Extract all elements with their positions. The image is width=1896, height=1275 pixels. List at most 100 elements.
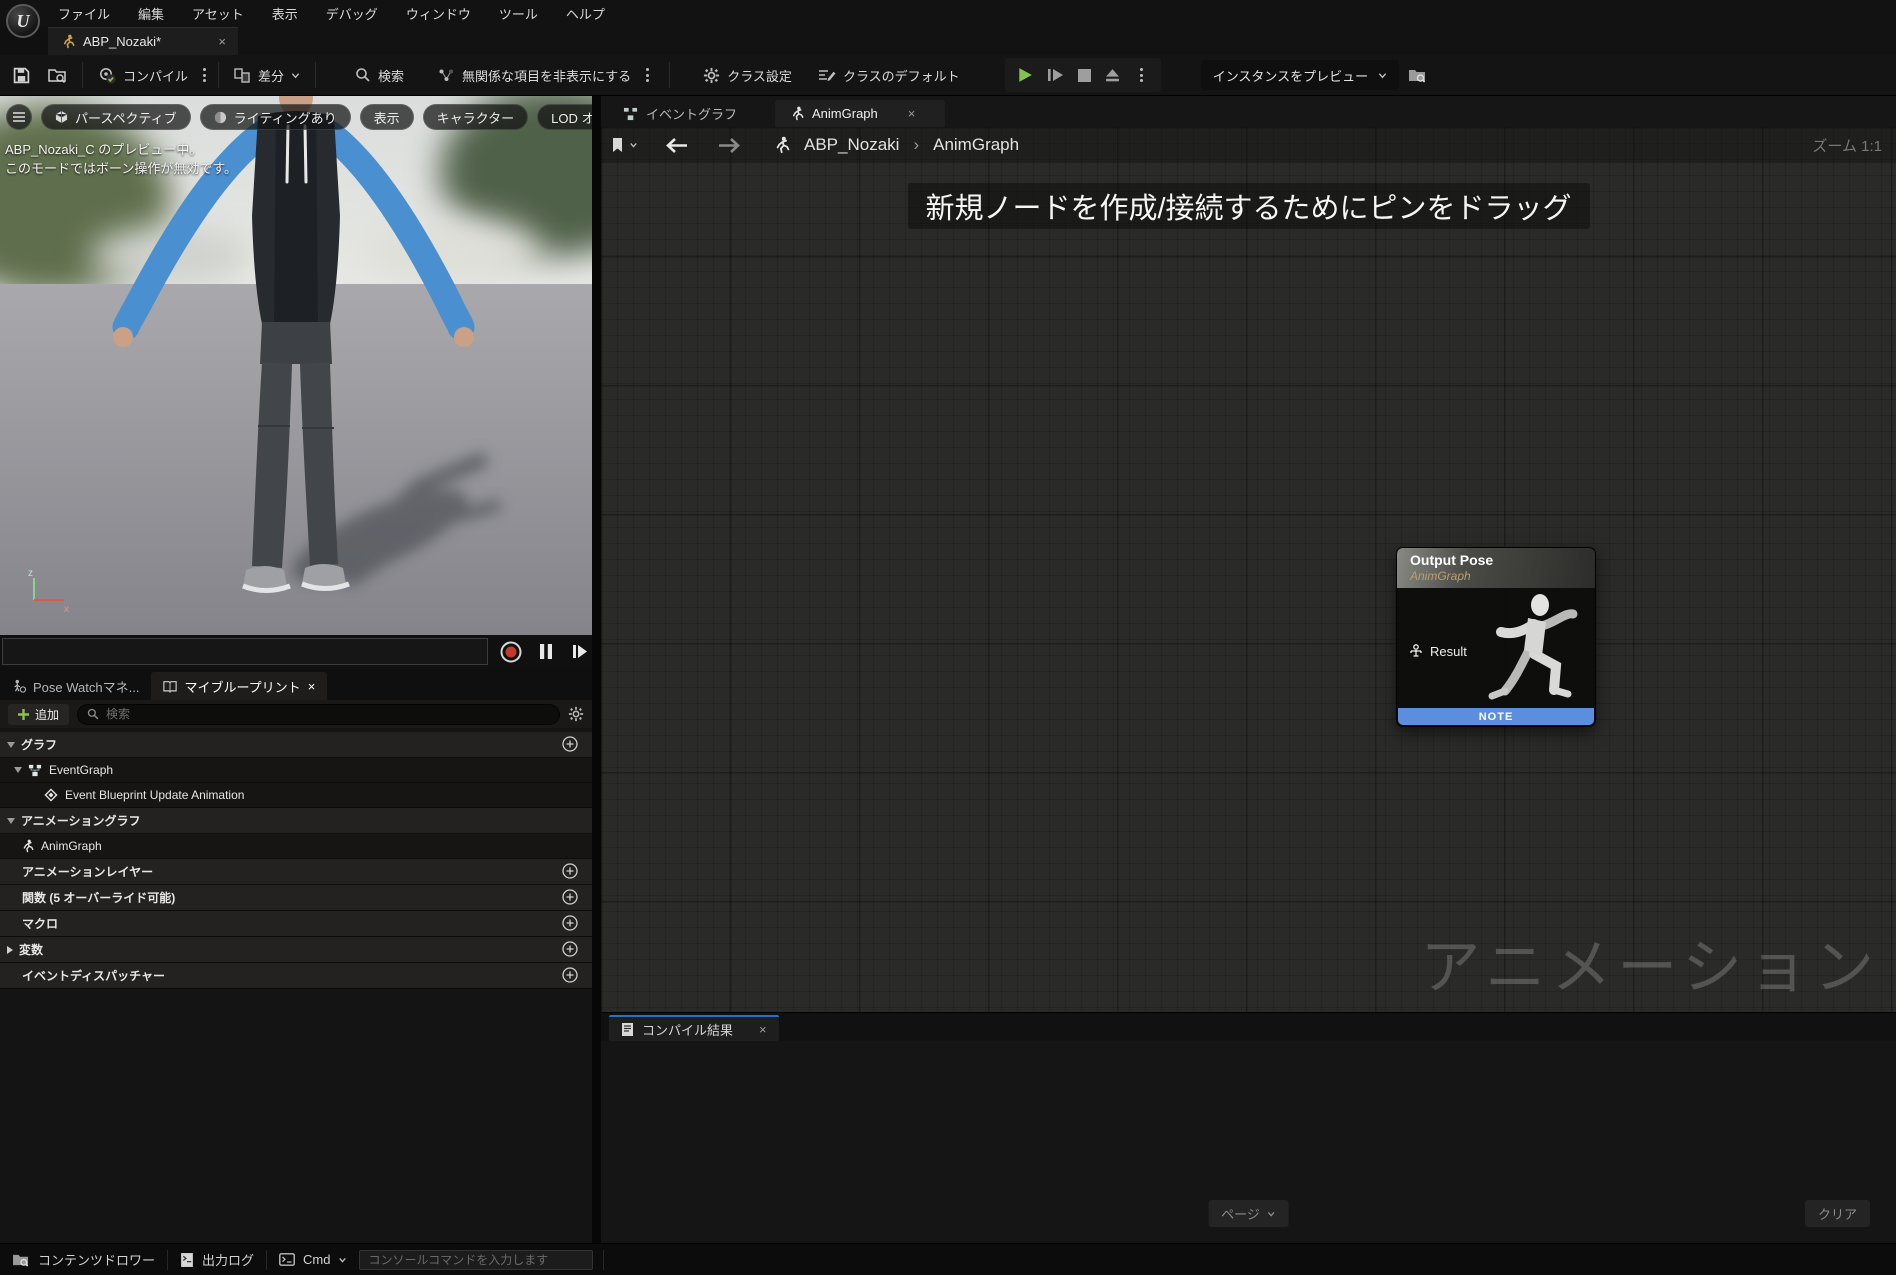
result-pin[interactable]: Result	[1409, 644, 1467, 659]
forward-arrow-icon[interactable]	[718, 138, 740, 153]
character-dropdown[interactable]: キャラクター	[423, 104, 528, 130]
timeline-scrubber[interactable]	[2, 638, 488, 665]
perspective-dropdown[interactable]: パースペクティブ	[41, 104, 191, 130]
chevron-down-icon	[338, 1256, 347, 1264]
hide-unrelated-kebab-icon[interactable]	[640, 68, 655, 82]
chevron-down-icon[interactable]	[7, 742, 15, 748]
find-button[interactable]: 検索	[346, 60, 413, 90]
menu-edit[interactable]: 編集	[138, 4, 164, 23]
compile-options-kebab-icon[interactable]	[197, 68, 212, 82]
eject-icon[interactable]	[1105, 68, 1120, 82]
close-icon[interactable]: ×	[308, 679, 316, 694]
breadcrumb-root[interactable]: ABP_Nozaki	[804, 135, 899, 155]
clear-button[interactable]: クリア	[1805, 1200, 1870, 1227]
add-macro-icon[interactable]	[562, 915, 578, 931]
close-icon[interactable]: ×	[759, 1022, 767, 1037]
class-settings-button[interactable]: クラス設定	[694, 60, 801, 90]
list-item-eventgraph[interactable]: EventGraph	[0, 758, 592, 783]
bookmark-icon	[611, 137, 624, 153]
show-dropdown[interactable]: 表示	[360, 104, 414, 130]
preview-instance-dropdown[interactable]: インスタンスをプレビュー	[1201, 60, 1399, 90]
list-item-event-update-animation[interactable]: Event Blueprint Update Animation	[0, 783, 592, 808]
menu-debug[interactable]: デバッグ	[326, 4, 378, 23]
compile-button[interactable]: コンパイル	[89, 60, 197, 90]
tab-compile-results[interactable]: コンパイル結果 ×	[609, 1015, 779, 1041]
graph-canvas[interactable]: ABP_Nozaki › AnimGraph ズーム 1:1 新規ノードを作成/…	[601, 127, 1896, 1012]
hide-unrelated-button[interactable]: 無関係な項目を非表示にする	[429, 60, 640, 90]
graph-icon	[623, 107, 638, 121]
node-subtitle: AnimGraph	[1410, 569, 1595, 583]
lod-dropdown[interactable]: LOD オート	[537, 104, 592, 130]
compile-button-label: コンパイル	[123, 66, 188, 85]
content-drawer-label: コンテンツドロワー	[38, 1250, 155, 1269]
add-event-dispatcher-icon[interactable]	[562, 967, 578, 983]
event-update-animation-label: Event Blueprint Update Animation	[65, 788, 244, 802]
add-animation-layer-icon[interactable]	[562, 863, 578, 879]
breadcrumb-current[interactable]: AnimGraph	[933, 135, 1019, 155]
output-pose-node[interactable]: Output Pose AnimGraph	[1396, 547, 1596, 727]
page-dropdown[interactable]: ページ	[1208, 1200, 1289, 1227]
cmd-dropdown[interactable]: Cmd	[267, 1244, 359, 1275]
browse-instance-icon[interactable]	[1399, 60, 1436, 90]
chevron-down-icon[interactable]	[14, 767, 22, 773]
section-graphs-label: グラフ	[21, 736, 57, 753]
menu-file[interactable]: ファイル	[58, 4, 110, 23]
statusbar-separator	[603, 1250, 604, 1270]
search-input[interactable]	[106, 707, 550, 721]
diff-button[interactable]: 差分	[225, 60, 309, 90]
section-animation-graphs[interactable]: アニメーショングラフ	[0, 808, 592, 834]
stop-icon[interactable]	[1078, 69, 1091, 82]
frame-skip-icon[interactable]	[1047, 68, 1064, 82]
add-button[interactable]: 追加	[8, 704, 69, 725]
section-animation-layers[interactable]: アニメーションレイヤー	[0, 859, 592, 885]
menu-help[interactable]: ヘルプ	[566, 4, 605, 23]
menu-window[interactable]: ウィンドウ	[406, 4, 471, 23]
section-macros[interactable]: マクロ	[0, 911, 592, 937]
section-functions[interactable]: 関数 (5 オーバーライド可能)	[0, 885, 592, 911]
section-graphs[interactable]: グラフ	[0, 732, 592, 758]
preview-viewport[interactable]: パースペクティブ ライティングあり 表示 キャラクター LOD オート x1	[0, 96, 592, 635]
viewport-overlay-text: ABP_Nozaki_C のプレビュー中。 このモードではボーン操作が無効です。	[5, 140, 237, 178]
close-icon[interactable]: ×	[218, 34, 226, 49]
menu-bar: U ファイル 編集 アセット 表示 デバッグ ウィンドウ ツール ヘルプ	[0, 0, 1896, 27]
output-log-label: 出力ログ	[202, 1250, 254, 1269]
record-button[interactable]	[499, 640, 523, 664]
search-box[interactable]	[77, 704, 560, 725]
tab-animgraph[interactable]: AnimGraph ×	[775, 100, 945, 127]
class-defaults-button[interactable]: クラスのデフォルト	[809, 60, 969, 90]
chevron-right-icon[interactable]	[7, 946, 13, 954]
output-log-button[interactable]: 出力ログ	[168, 1244, 266, 1275]
menu-tools[interactable]: ツール	[499, 4, 538, 23]
section-event-dispatchers[interactable]: イベントディスパッチャー	[0, 963, 592, 989]
console-command-input[interactable]	[359, 1250, 593, 1270]
close-icon[interactable]: ×	[908, 106, 916, 121]
add-variable-icon[interactable]	[562, 941, 578, 957]
tab-pose-watch-manager[interactable]: Pose Watchマネ...	[0, 672, 151, 700]
chevron-down-icon[interactable]	[7, 818, 15, 824]
lit-mode-dropdown[interactable]: ライティングあり	[200, 104, 351, 130]
section-variables[interactable]: 変数	[0, 937, 592, 963]
asset-tab-abp-nozaki[interactable]: ABP_Nozaki* ×	[48, 27, 238, 55]
list-item-animgraph[interactable]: AnimGraph	[0, 834, 592, 859]
unreal-logo-icon[interactable]: U	[6, 4, 40, 38]
playback-kebab-icon[interactable]	[1134, 68, 1149, 82]
running-man-icon	[20, 839, 34, 853]
pause-button[interactable]	[534, 640, 558, 664]
menu-asset[interactable]: アセット	[192, 4, 244, 23]
menu-view[interactable]: 表示	[272, 4, 298, 23]
panel-settings-gear-icon[interactable]	[568, 706, 584, 722]
add-graph-icon[interactable]	[562, 736, 578, 752]
play-icon[interactable]	[1017, 67, 1033, 83]
browse-asset-button[interactable]	[39, 60, 76, 90]
vertical-splitter[interactable]	[592, 96, 601, 1243]
back-arrow-icon[interactable]	[666, 138, 688, 153]
bookmark-dropdown[interactable]	[611, 137, 638, 153]
animation-blueprint-icon	[60, 34, 75, 49]
step-forward-button[interactable]	[568, 640, 592, 664]
viewport-menu-icon[interactable]	[6, 104, 32, 130]
add-function-icon[interactable]	[562, 889, 578, 905]
tab-event-graph[interactable]: イベントグラフ	[609, 100, 751, 127]
content-drawer-button[interactable]: コンテンツドロワー	[0, 1244, 167, 1275]
tab-my-blueprint[interactable]: マイブループリント ×	[151, 672, 327, 700]
save-button[interactable]	[4, 60, 39, 90]
